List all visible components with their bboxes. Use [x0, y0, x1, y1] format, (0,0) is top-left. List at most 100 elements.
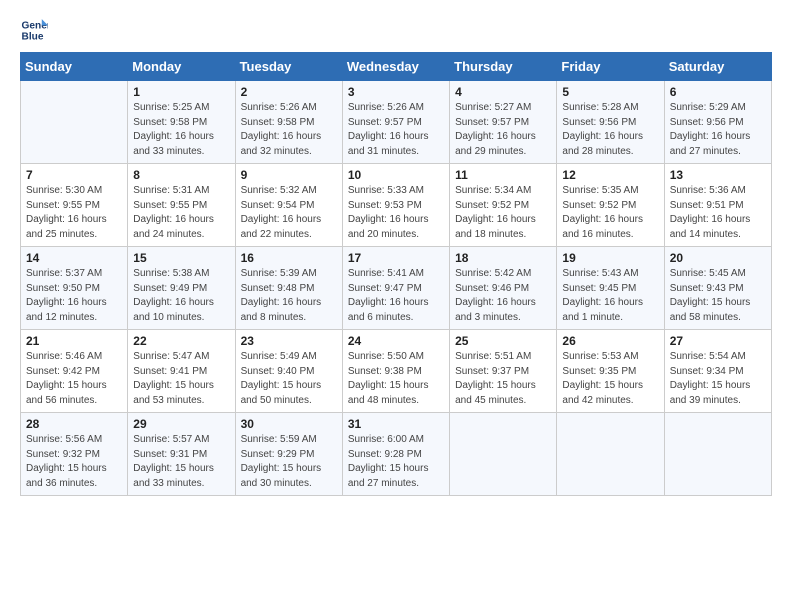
- day-number: 23: [241, 334, 337, 348]
- calendar-cell: 6 Sunrise: 5:29 AM Sunset: 9:56 PM Daylig…: [664, 81, 771, 164]
- calendar-cell: [21, 81, 128, 164]
- calendar-table: SundayMondayTuesdayWednesdayThursdayFrid…: [20, 52, 772, 496]
- day-info: Sunrise: 5:59 AM Sunset: 9:29 PM Dayligh…: [241, 433, 337, 491]
- day-number: 18: [455, 251, 551, 265]
- day-number: 28: [26, 417, 122, 431]
- calendar-cell: 25Sunrise: 5:51 AM Sunset: 9:37 PM Dayli…: [450, 330, 557, 413]
- day-info: Sunrise: 5:36 AM Sunset: 9:51 PM Dayligh…: [670, 184, 766, 242]
- day-number: 7: [26, 168, 122, 182]
- day-number: 15: [133, 251, 229, 265]
- calendar-cell: 21 Sunrise: 5:46 AM Sunset: 9:42 PM Dayli…: [21, 330, 128, 413]
- calendar-week-3: 14 Sunrise: 5:37 AM Sunset: 9:50 PM Dayli…: [21, 247, 772, 330]
- day-info: Sunrise: 6:00 AM Sunset: 9:28 PM Dayligh…: [348, 433, 444, 491]
- calendar-cell: 15Sunrise: 5:38 AM Sunset: 9:49 PM Dayli…: [128, 247, 235, 330]
- day-info: Sunrise: 5:37 AM Sunset: 9:50 PM Dayligh…: [26, 267, 122, 325]
- calendar-cell: 22Sunrise: 5:47 AM Sunset: 9:41 PM Dayli…: [128, 330, 235, 413]
- calendar-week-4: 21 Sunrise: 5:46 AM Sunset: 9:42 PM Dayli…: [21, 330, 772, 413]
- day-number: 2: [241, 85, 337, 99]
- day-number: 1: [133, 85, 229, 99]
- calendar-cell: 26Sunrise: 5:53 AM Sunset: 9:35 PM Dayli…: [557, 330, 664, 413]
- calendar-cell: 11 Sunrise: 5:34 AM Sunset: 9:52 PM Dayli…: [450, 164, 557, 247]
- calendar-cell: 14 Sunrise: 5:37 AM Sunset: 9:50 PM Dayli…: [21, 247, 128, 330]
- day-number: 22: [133, 334, 229, 348]
- calendar-cell: 12 Sunrise: 5:35 AM Sunset: 9:52 PM Dayli…: [557, 164, 664, 247]
- day-info: Sunrise: 5:33 AM Sunset: 9:53 PM Dayligh…: [348, 184, 444, 242]
- day-number: 12: [562, 168, 658, 182]
- day-number: 4: [455, 85, 551, 99]
- day-info: Sunrise: 5:53 AM Sunset: 9:35 PM Dayligh…: [562, 350, 658, 408]
- day-info: Sunrise: 5:57 AM Sunset: 9:31 PM Dayligh…: [133, 433, 229, 491]
- weekday-header-tuesday: Tuesday: [235, 53, 342, 81]
- calendar-cell: [450, 413, 557, 496]
- day-info: Sunrise: 5:45 AM Sunset: 9:43 PM Dayligh…: [670, 267, 766, 325]
- day-info: Sunrise: 5:27 AM Sunset: 9:57 PM Dayligh…: [455, 101, 551, 159]
- day-number: 8: [133, 168, 229, 182]
- calendar-body: 1 Sunrise: 5:25 AM Sunset: 9:58 PM Daylig…: [21, 81, 772, 496]
- day-number: 30: [241, 417, 337, 431]
- weekday-header-sunday: Sunday: [21, 53, 128, 81]
- day-number: 31: [348, 417, 444, 431]
- day-info: Sunrise: 5:39 AM Sunset: 9:48 PM Dayligh…: [241, 267, 337, 325]
- calendar-cell: 9 Sunrise: 5:32 AM Sunset: 9:54 PM Daylig…: [235, 164, 342, 247]
- day-number: 13: [670, 168, 766, 182]
- day-number: 21: [26, 334, 122, 348]
- weekday-header-thursday: Thursday: [450, 53, 557, 81]
- day-number: 29: [133, 417, 229, 431]
- day-info: Sunrise: 5:35 AM Sunset: 9:52 PM Dayligh…: [562, 184, 658, 242]
- day-info: Sunrise: 5:29 AM Sunset: 9:56 PM Dayligh…: [670, 101, 766, 159]
- day-number: 27: [670, 334, 766, 348]
- calendar-cell: 8 Sunrise: 5:31 AM Sunset: 9:55 PM Daylig…: [128, 164, 235, 247]
- calendar-cell: 19 Sunrise: 5:43 AM Sunset: 9:45 PM Dayli…: [557, 247, 664, 330]
- day-info: Sunrise: 5:31 AM Sunset: 9:55 PM Dayligh…: [133, 184, 229, 242]
- day-info: Sunrise: 5:26 AM Sunset: 9:58 PM Dayligh…: [241, 101, 337, 159]
- weekday-header-friday: Friday: [557, 53, 664, 81]
- day-info: Sunrise: 5:42 AM Sunset: 9:46 PM Dayligh…: [455, 267, 551, 325]
- weekday-header-wednesday: Wednesday: [342, 53, 449, 81]
- logo-icon: General Blue: [20, 16, 48, 44]
- svg-text:Blue: Blue: [22, 31, 44, 42]
- day-info: Sunrise: 5:54 AM Sunset: 9:34 PM Dayligh…: [670, 350, 766, 408]
- day-number: 11: [455, 168, 551, 182]
- weekday-header-saturday: Saturday: [664, 53, 771, 81]
- day-number: 25: [455, 334, 551, 348]
- day-number: 24: [348, 334, 444, 348]
- day-info: Sunrise: 5:46 AM Sunset: 9:42 PM Dayligh…: [26, 350, 122, 408]
- day-info: Sunrise: 5:32 AM Sunset: 9:54 PM Dayligh…: [241, 184, 337, 242]
- day-number: 16: [241, 251, 337, 265]
- weekday-header-row: SundayMondayTuesdayWednesdayThursdayFrid…: [21, 53, 772, 81]
- day-number: 19: [562, 251, 658, 265]
- calendar-cell: [664, 413, 771, 496]
- calendar-cell: 13 Sunrise: 5:36 AM Sunset: 9:51 PM Dayli…: [664, 164, 771, 247]
- calendar-cell: [557, 413, 664, 496]
- calendar-cell: 7Sunrise: 5:30 AM Sunset: 9:55 PM Daylig…: [21, 164, 128, 247]
- calendar-cell: 5 Sunrise: 5:28 AM Sunset: 9:56 PM Daylig…: [557, 81, 664, 164]
- calendar-cell: 17Sunrise: 5:41 AM Sunset: 9:47 PM Dayli…: [342, 247, 449, 330]
- calendar-cell: 30 Sunrise: 5:59 AM Sunset: 9:29 PM Dayli…: [235, 413, 342, 496]
- page-header: General Blue: [20, 16, 772, 44]
- day-number: 3: [348, 85, 444, 99]
- day-info: Sunrise: 5:49 AM Sunset: 9:40 PM Dayligh…: [241, 350, 337, 408]
- calendar-cell: 16 Sunrise: 5:39 AM Sunset: 9:48 PM Dayli…: [235, 247, 342, 330]
- calendar-cell: 3Sunrise: 5:26 AM Sunset: 9:57 PM Daylig…: [342, 81, 449, 164]
- calendar-cell: 1 Sunrise: 5:25 AM Sunset: 9:58 PM Daylig…: [128, 81, 235, 164]
- day-number: 17: [348, 251, 444, 265]
- day-number: 14: [26, 251, 122, 265]
- day-number: 9: [241, 168, 337, 182]
- day-info: Sunrise: 5:43 AM Sunset: 9:45 PM Dayligh…: [562, 267, 658, 325]
- calendar-week-1: 1 Sunrise: 5:25 AM Sunset: 9:58 PM Daylig…: [21, 81, 772, 164]
- calendar-week-2: 7Sunrise: 5:30 AM Sunset: 9:55 PM Daylig…: [21, 164, 772, 247]
- calendar-cell: 18 Sunrise: 5:42 AM Sunset: 9:46 PM Dayli…: [450, 247, 557, 330]
- day-info: Sunrise: 5:28 AM Sunset: 9:56 PM Dayligh…: [562, 101, 658, 159]
- weekday-header-monday: Monday: [128, 53, 235, 81]
- calendar-cell: 20Sunrise: 5:45 AM Sunset: 9:43 PM Dayli…: [664, 247, 771, 330]
- calendar-cell: 23 Sunrise: 5:49 AM Sunset: 9:40 PM Dayli…: [235, 330, 342, 413]
- logo: General Blue: [20, 16, 52, 44]
- calendar-cell: 4 Sunrise: 5:27 AM Sunset: 9:57 PM Daylig…: [450, 81, 557, 164]
- calendar-cell: 28 Sunrise: 5:56 AM Sunset: 9:32 PM Dayli…: [21, 413, 128, 496]
- day-info: Sunrise: 5:34 AM Sunset: 9:52 PM Dayligh…: [455, 184, 551, 242]
- calendar-cell: 27 Sunrise: 5:54 AM Sunset: 9:34 PM Dayli…: [664, 330, 771, 413]
- day-number: 6: [670, 85, 766, 99]
- day-info: Sunrise: 5:25 AM Sunset: 9:58 PM Dayligh…: [133, 101, 229, 159]
- day-number: 5: [562, 85, 658, 99]
- day-info: Sunrise: 5:56 AM Sunset: 9:32 PM Dayligh…: [26, 433, 122, 491]
